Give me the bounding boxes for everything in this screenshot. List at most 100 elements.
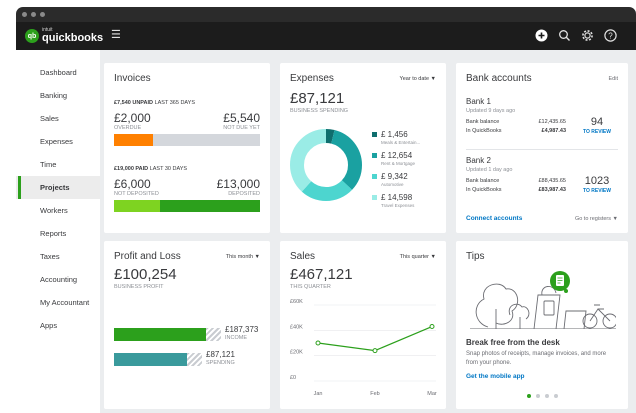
pagination-dot[interactable] — [544, 394, 549, 398]
quickbooks-logo[interactable]: qb intuit quickbooks — [25, 28, 103, 44]
gear-icon[interactable] — [581, 29, 594, 42]
get-mobile-app-link[interactable]: Get the mobile app — [466, 373, 525, 380]
legend-item[interactable]: £ 14,598 Travel Expenses — [372, 193, 442, 214]
bank-account-2[interactable]: Bank 2 Updated 1 day ago Bank balance In… — [466, 156, 618, 204]
plus-icon[interactable] — [535, 29, 548, 42]
sidebar-item-expenses[interactable]: Expenses — [16, 130, 100, 153]
invoices-not-deposited-value: £6,000 — [114, 177, 151, 191]
pagination-dot[interactable] — [553, 394, 558, 398]
expenses-title[interactable]: Expenses — [290, 73, 334, 84]
invoices-not-due-label: NOT DUE YET — [223, 125, 260, 131]
profit-loss-title[interactable]: Profit and Loss — [114, 251, 181, 262]
legend-item[interactable]: £ 12,654 Rent & Mortgage — [372, 151, 442, 172]
invoices-card: Invoices £7,540 UNPAID LAST 365 DAYS £2,… — [104, 63, 270, 233]
bank-balance: £12,435.65 — [538, 119, 566, 125]
legend-swatch — [372, 132, 377, 137]
unpaid-progress-bar[interactable] — [114, 134, 260, 146]
profit-loss-card: Profit and Loss This month ▼ £100,254 BU… — [104, 241, 270, 409]
bank-balance: £88,435.65 — [538, 178, 566, 184]
go-to-registers-dropdown[interactable]: Go to registers ▼ — [575, 216, 618, 222]
tips-card: Tips Break free from the desk Snap photo… — [456, 241, 628, 409]
income-bar-hatch — [206, 328, 221, 341]
income-label: INCOME — [225, 335, 247, 341]
invoices-title[interactable]: Invoices — [114, 73, 151, 84]
sales-data-point[interactable] — [315, 340, 321, 346]
sales-line-chart[interactable]: £60K £40K £20K £0 Jan Feb Mar — [280, 293, 446, 405]
y-tick-label: £20K — [290, 350, 303, 356]
chevron-down-icon: ▼ — [430, 76, 436, 82]
go-to-registers-label: Go to registers — [574, 216, 612, 222]
legend-label: Rent & Mortgage — [381, 161, 416, 166]
tips-title[interactable]: Tips — [466, 251, 485, 262]
connect-accounts-link[interactable]: Connect accounts — [466, 215, 522, 222]
invoices-deposited-label: DEPOSITED — [228, 191, 260, 197]
sidebar-item-dashboard[interactable]: Dashboard — [16, 61, 100, 84]
hamburger-menu-icon[interactable]: ☰ — [111, 30, 121, 41]
to-review-link[interactable]: TO REVIEW — [576, 129, 618, 135]
app-window: qb intuit quickbooks ☰ ? Dashboard Banki… — [16, 7, 636, 413]
income-bar[interactable] — [114, 328, 206, 341]
sales-title[interactable]: Sales — [290, 251, 315, 262]
sidebar-item-accounting[interactable]: Accounting — [16, 268, 100, 291]
expenses-period-dropdown[interactable]: Year to date ▼ — [400, 76, 436, 82]
sidebar-item-apps[interactable]: Apps — [16, 314, 100, 337]
chevron-down-icon: ▼ — [254, 254, 260, 260]
bank-accounts-title[interactable]: Bank accounts — [466, 73, 532, 84]
sidebar-item-banking[interactable]: Banking — [16, 84, 100, 107]
window-minimize-dot[interactable] — [31, 12, 36, 17]
search-icon[interactable] — [558, 29, 571, 42]
to-review-link[interactable]: TO REVIEW — [576, 188, 618, 194]
bank-edit-link[interactable]: Edit — [609, 76, 618, 82]
income-value: £187,373 — [225, 325, 259, 334]
profit-period-label: This month — [225, 254, 254, 260]
qb-logo-icon: qb — [25, 29, 39, 43]
paid-progress-bar[interactable] — [114, 200, 260, 212]
window-close-dot[interactable] — [22, 12, 27, 17]
review-count[interactable]: 94 — [576, 116, 618, 128]
invoices-paid-amount: £19,000 PAID — [114, 166, 149, 172]
divider — [466, 149, 618, 150]
legend-amount: £ 14,598 — [381, 193, 413, 202]
legend-amount: £ 12,654 — [381, 151, 413, 160]
invoices-not-due-value: £5,540 — [223, 111, 260, 125]
help-icon[interactable]: ? — [604, 29, 617, 42]
logo-name-text: quickbooks — [42, 32, 104, 44]
legend-label: Automotive — [381, 182, 404, 187]
bank-updated: Updated 1 day ago — [466, 167, 513, 173]
legend-item[interactable]: £ 9,342 Automotive — [372, 172, 442, 193]
spending-bar-hatch — [187, 353, 202, 366]
tips-heading: Break free from the desk — [466, 338, 560, 347]
sales-data-point[interactable] — [372, 348, 378, 354]
pagination-dot[interactable] — [526, 394, 531, 398]
bank-name: Bank 2 — [466, 156, 491, 165]
sales-period-dropdown[interactable]: This quarter ▼ — [400, 254, 436, 260]
sidebar-item-my-accountant[interactable]: My Accountant — [16, 291, 100, 314]
expenses-card: Expenses Year to date ▼ £87,121 BUSINESS… — [280, 63, 446, 233]
sidebar-item-reports[interactable]: Reports — [16, 222, 100, 245]
profit-total: £100,254 — [114, 266, 177, 283]
invoices-paid-period: LAST 30 DAYS — [149, 166, 188, 172]
app-body: Dashboard Banking Sales Expenses Time Pr… — [16, 50, 636, 413]
y-tick-label: £60K — [290, 299, 303, 305]
spending-bar[interactable] — [114, 353, 187, 366]
y-tick-label: £0 — [290, 375, 296, 381]
profit-period-dropdown[interactable]: This month ▼ — [226, 254, 260, 260]
pagination-dot[interactable] — [535, 394, 540, 398]
sales-data-point[interactable] — [429, 324, 435, 330]
legend-label: Meals & Entertain... — [381, 140, 421, 145]
sidebar-item-workers[interactable]: Workers — [16, 199, 100, 222]
bank-account-1[interactable]: Bank 1 Updated 9 days ago Bank balance I… — [466, 97, 618, 145]
sidebar-item-time[interactable]: Time — [16, 153, 100, 176]
legend-swatch — [372, 174, 377, 179]
chevron-down-icon: ▼ — [430, 254, 436, 260]
sidebar-item-projects[interactable]: Projects — [16, 176, 100, 199]
review-count[interactable]: 1023 — [576, 175, 618, 187]
window-maximize-dot[interactable] — [40, 12, 45, 17]
expenses-legend: £ 1,456 Meals & Entertain... £ 12,654 Re… — [372, 130, 442, 214]
window-chrome — [16, 7, 636, 22]
sidebar-item-taxes[interactable]: Taxes — [16, 245, 100, 268]
spending-label: SPENDING — [206, 360, 235, 366]
sidebar-item-sales[interactable]: Sales — [16, 107, 100, 130]
expenses-donut-chart[interactable] — [286, 125, 366, 205]
legend-item[interactable]: £ 1,456 Meals & Entertain... — [372, 130, 442, 151]
